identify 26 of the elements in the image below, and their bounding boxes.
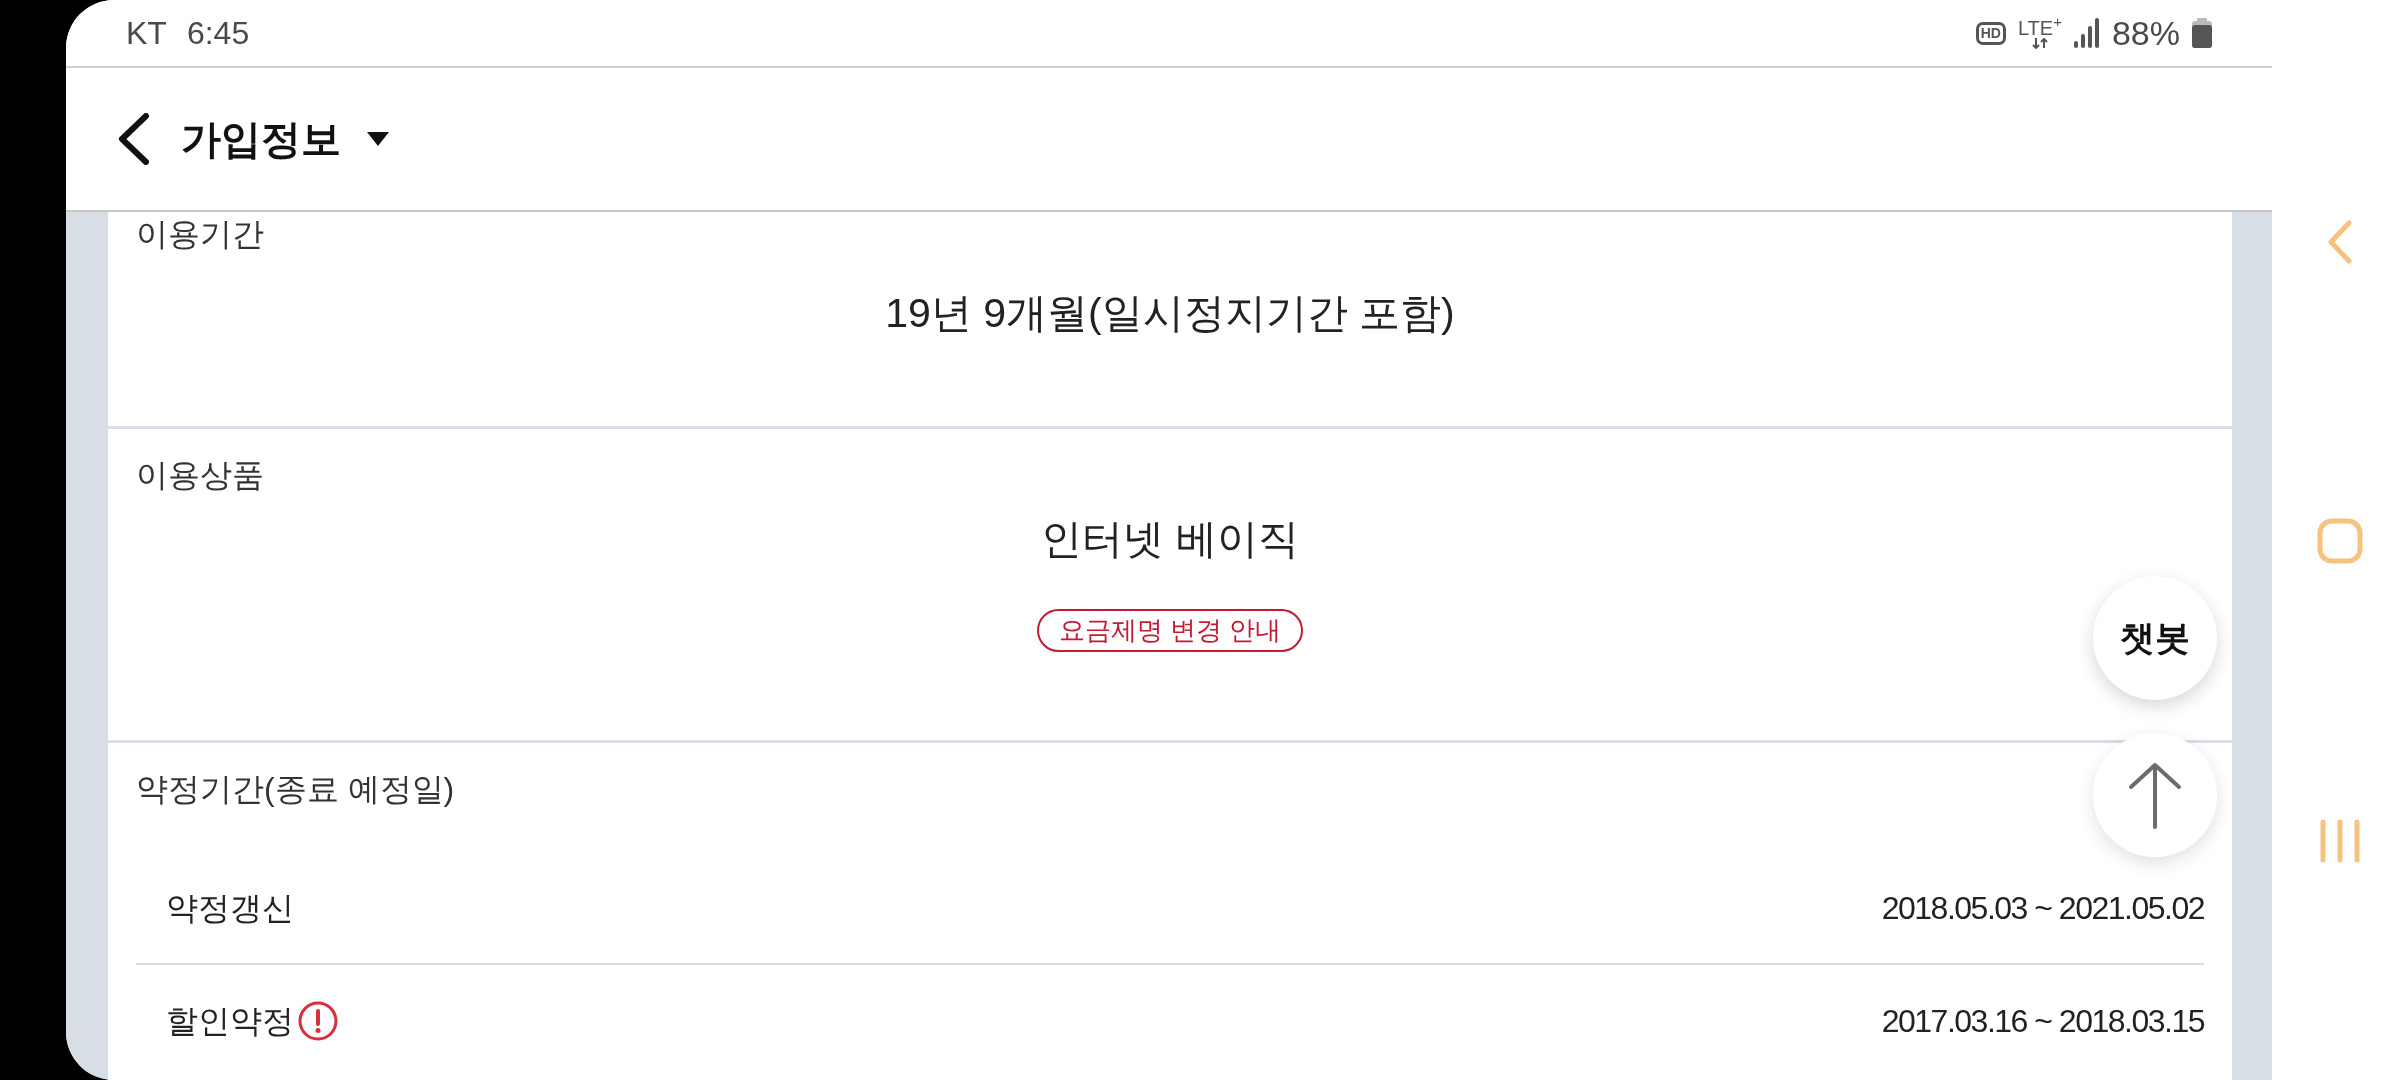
title-dropdown[interactable]: 가입정보 — [181, 113, 389, 165]
carrier-name: KT — [126, 14, 167, 53]
home-icon — [2317, 518, 2363, 564]
data-arrows-icon — [2031, 37, 2048, 49]
section-label: 이용상품 — [136, 456, 264, 495]
battery-icon — [2192, 18, 2212, 48]
clock-time: 6:45 — [186, 14, 250, 53]
period-label: 할인약정 — [166, 1002, 294, 1041]
period-dates: 2017.03.16 ~ 2018.03.15 — [1881, 1002, 2204, 1041]
section-value: 인터넷 베이직 — [1041, 515, 1299, 564]
recents-icon — [2319, 819, 2361, 863]
network-type: LTE$^{+}$ — [2017, 17, 2062, 38]
period-label: 약정갱신 — [166, 889, 294, 928]
back-chevron-icon — [2327, 220, 2353, 264]
caret-icon — [367, 132, 389, 146]
signal-icon — [2073, 18, 2100, 48]
section-label: 이용기간 — [136, 215, 264, 254]
period-dates: 2018.05.03 ~ 2021.05.02 — [1881, 889, 2204, 928]
nav-home-button[interactable] — [2317, 518, 2363, 564]
arrow-up-icon — [2127, 761, 2183, 829]
back-chevron-icon — [116, 113, 150, 165]
notice-button[interactable]: 요금제명 변경 안내 — [1036, 609, 1304, 652]
battery-percent: 88% — [2111, 13, 2180, 53]
hd-voice-indicator: HD — [1975, 21, 2006, 45]
section-label: 약정기간(종료 예정일) — [136, 770, 455, 809]
section-value: 19년 9개월(일시정지기간 포함) — [885, 289, 1455, 338]
